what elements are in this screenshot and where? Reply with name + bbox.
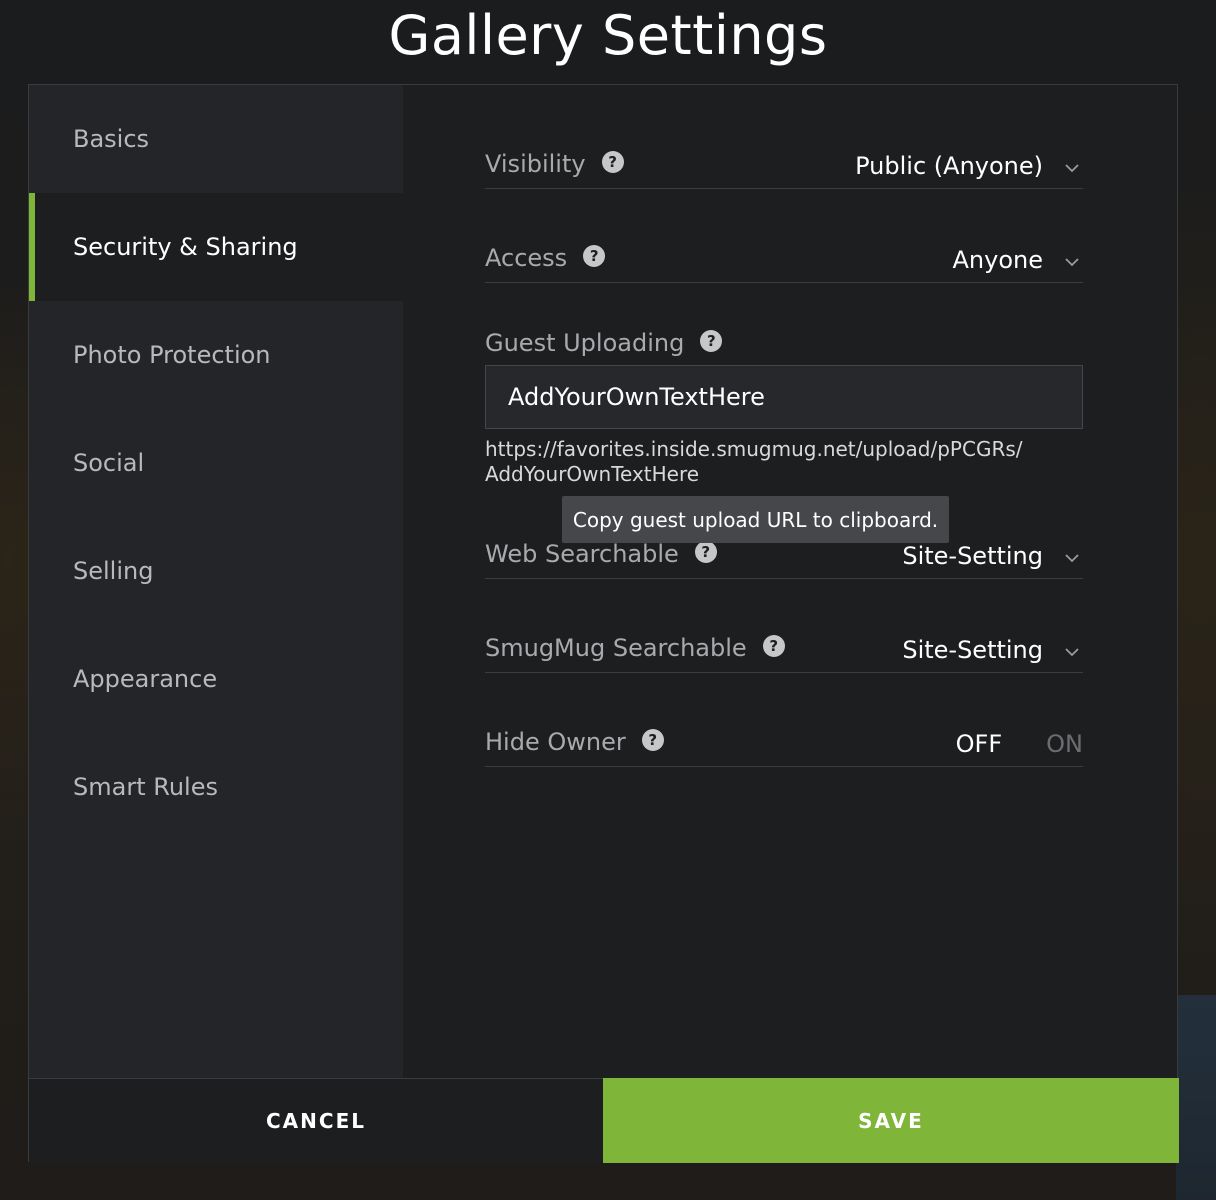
guest-upload-url[interactable]: https://favorites.inside.smugmug.net/upl… bbox=[485, 437, 1083, 487]
visibility-value: Public (Anyone) bbox=[855, 152, 1043, 180]
guest-upload-url-line2: AddYourOwnTextHere bbox=[485, 462, 700, 486]
visibility-label-wrap: Visibility ? bbox=[485, 150, 624, 178]
chevron-down-icon bbox=[1065, 648, 1079, 657]
sidebar-item-social[interactable]: Social bbox=[29, 409, 403, 517]
sidebar-item-label: Appearance bbox=[73, 665, 218, 693]
settings-sidebar: Basics Security & Sharing Photo Protecti… bbox=[29, 85, 403, 1078]
web-searchable-value: Site-Setting bbox=[902, 542, 1043, 570]
guest-uploading-label-wrap: Guest Uploading ? bbox=[485, 329, 723, 357]
guest-uploading-label: Guest Uploading bbox=[485, 329, 685, 357]
visibility-row: Visibility ? Public (Anyone) bbox=[485, 95, 1083, 189]
help-icon[interactable]: ? bbox=[694, 541, 717, 563]
sidebar-item-security-sharing[interactable]: Security & Sharing bbox=[29, 193, 403, 301]
access-row: Access ? Anyone bbox=[485, 189, 1083, 283]
access-label-wrap: Access ? bbox=[485, 244, 606, 272]
sidebar-item-label: Basics bbox=[73, 125, 150, 153]
copy-url-tooltip: Copy guest upload URL to clipboard. bbox=[562, 496, 949, 543]
sidebar-item-selling[interactable]: Selling bbox=[29, 517, 403, 625]
sidebar-item-label: Smart Rules bbox=[73, 773, 218, 801]
help-icon[interactable]: ? bbox=[641, 729, 664, 751]
help-icon[interactable]: ? bbox=[583, 245, 606, 267]
hide-owner-toggle[interactable]: OFF ON bbox=[956, 730, 1083, 758]
chevron-down-icon bbox=[1065, 258, 1079, 267]
help-icon[interactable]: ? bbox=[700, 330, 723, 352]
smugmug-searchable-row: SmugMug Searchable ? Site-Setting bbox=[485, 579, 1083, 673]
access-select[interactable]: Anyone bbox=[953, 246, 1084, 274]
visibility-select[interactable]: Public (Anyone) bbox=[855, 152, 1083, 180]
chevron-down-icon bbox=[1065, 554, 1079, 563]
settings-content: Visibility ? Public (Anyone) Access ? An… bbox=[403, 85, 1177, 1078]
smugmug-searchable-value: Site-Setting bbox=[902, 636, 1043, 664]
smugmug-searchable-label-wrap: SmugMug Searchable ? bbox=[485, 634, 785, 662]
chevron-down-icon bbox=[1065, 164, 1079, 173]
web-searchable-label-wrap: Web Searchable ? bbox=[485, 540, 717, 568]
smugmug-searchable-select[interactable]: Site-Setting bbox=[902, 636, 1083, 664]
sidebar-item-label: Selling bbox=[73, 557, 154, 585]
backdrop-photo bbox=[1176, 995, 1216, 1200]
guest-upload-url-line1: https://favorites.inside.smugmug.net/upl… bbox=[485, 437, 1023, 461]
toggle-on-option[interactable]: ON bbox=[1046, 730, 1083, 758]
toggle-off-option[interactable]: OFF bbox=[956, 730, 1003, 758]
cancel-button[interactable]: CANCEL bbox=[29, 1078, 603, 1163]
gallery-settings-dialog: Basics Security & Sharing Photo Protecti… bbox=[28, 84, 1179, 1163]
sidebar-item-label: Social bbox=[73, 449, 145, 477]
save-button[interactable]: SAVE bbox=[603, 1078, 1179, 1163]
visibility-label: Visibility bbox=[485, 150, 586, 178]
sidebar-item-appearance[interactable]: Appearance bbox=[29, 625, 403, 733]
web-searchable-label: Web Searchable bbox=[485, 540, 679, 568]
access-label: Access bbox=[485, 244, 568, 272]
sidebar-item-label: Security & Sharing bbox=[73, 233, 298, 261]
hide-owner-label: Hide Owner bbox=[485, 728, 626, 756]
web-searchable-select[interactable]: Site-Setting bbox=[902, 542, 1083, 570]
sidebar-item-smart-rules[interactable]: Smart Rules bbox=[29, 733, 403, 841]
hide-owner-row: Hide Owner ? OFF ON bbox=[485, 673, 1083, 767]
guest-upload-input[interactable] bbox=[485, 365, 1083, 429]
access-value: Anyone bbox=[952, 246, 1044, 274]
sidebar-item-photo-protection[interactable]: Photo Protection bbox=[29, 301, 403, 409]
dialog-title: Gallery Settings bbox=[388, 4, 828, 67]
smugmug-searchable-label: SmugMug Searchable bbox=[485, 634, 747, 662]
hide-owner-label-wrap: Hide Owner ? bbox=[485, 728, 664, 756]
dialog-footer: CANCEL SAVE bbox=[29, 1078, 1179, 1163]
sidebar-item-basics[interactable]: Basics bbox=[29, 85, 403, 193]
help-icon[interactable]: ? bbox=[601, 151, 624, 173]
help-icon[interactable]: ? bbox=[762, 635, 785, 657]
sidebar-item-label: Photo Protection bbox=[73, 341, 271, 369]
